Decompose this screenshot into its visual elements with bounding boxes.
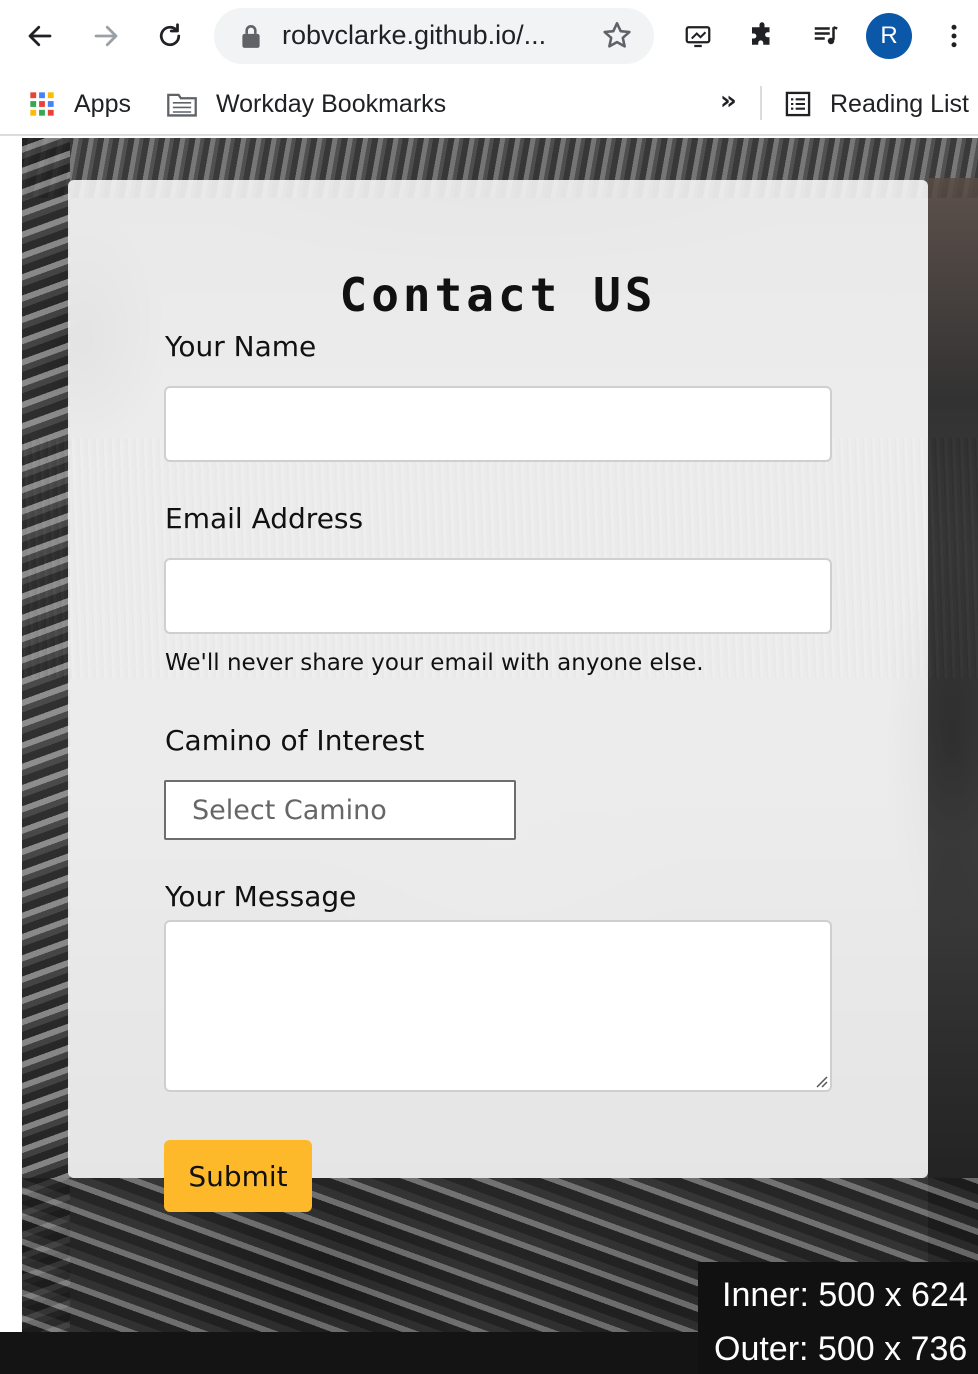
reload-icon[interactable]	[150, 16, 190, 56]
kebab-menu-icon[interactable]	[934, 16, 974, 56]
photo-person-right	[928, 178, 978, 1278]
url-text: robvclarke.github.io/...	[282, 20, 547, 50]
photo-tree-trunk	[22, 138, 70, 1332]
reading-list-label: Reading List	[830, 89, 969, 118]
bookmarks-overflow-button[interactable]: »	[720, 86, 737, 116]
lock-icon	[242, 25, 260, 48]
reading-list-button[interactable]: Reading List	[784, 84, 969, 124]
camino-label: Camino of Interest	[165, 724, 425, 757]
inner-size-text: Inner: 500 x 624	[722, 1276, 968, 1314]
message-label: Your Message	[165, 880, 357, 913]
apps-grid-icon	[30, 92, 54, 116]
email-input[interactable]	[164, 558, 832, 634]
contact-form-card: Contact US Your Name Email Address We'll…	[68, 180, 928, 1178]
resize-grip-icon[interactable]	[812, 1072, 828, 1088]
window-size-overlay: Inner: 500 x 624 Outer: 500 x 736	[698, 1262, 978, 1374]
outer-size-text: Outer: 500 x 736	[714, 1330, 968, 1368]
page-viewport: Contact US Your Name Email Address We'll…	[0, 138, 978, 1374]
bookmark-label: Apps	[74, 89, 131, 118]
back-arrow-icon[interactable]	[20, 16, 60, 56]
name-label: Your Name	[165, 330, 317, 363]
bookmark-apps[interactable]: Apps	[28, 84, 131, 124]
browser-toolbar: robvclarke.github.io/... R	[0, 0, 978, 72]
bookmark-star-icon[interactable]	[600, 19, 634, 53]
email-label: Email Address	[165, 502, 364, 535]
bookmark-workday[interactable]: Workday Bookmarks	[166, 84, 446, 124]
submit-button[interactable]: Submit	[164, 1140, 312, 1212]
email-help-text: We'll never share your email with anyone…	[165, 650, 704, 676]
media-playlist-icon[interactable]	[806, 16, 846, 56]
bookmarks-bar: Apps Workday Bookmarks » Reading List	[0, 72, 978, 136]
cast-screen-icon[interactable]	[678, 16, 718, 56]
profile-avatar[interactable]: R	[866, 13, 912, 59]
extensions-puzzle-icon[interactable]	[742, 16, 782, 56]
camino-select[interactable]: Select Camino	[164, 780, 516, 840]
bookmark-label: Workday Bookmarks	[216, 89, 447, 118]
bookmarks-divider	[760, 86, 762, 120]
name-input[interactable]	[164, 386, 832, 462]
avatar-initial: R	[880, 22, 898, 49]
folder-icon	[167, 93, 197, 117]
page-title: Contact US	[339, 268, 657, 322]
reading-list-icon	[785, 91, 811, 117]
message-textarea[interactable]	[164, 920, 832, 1092]
forward-arrow-icon[interactable]	[86, 16, 126, 56]
address-bar[interactable]: robvclarke.github.io/...	[214, 8, 654, 64]
